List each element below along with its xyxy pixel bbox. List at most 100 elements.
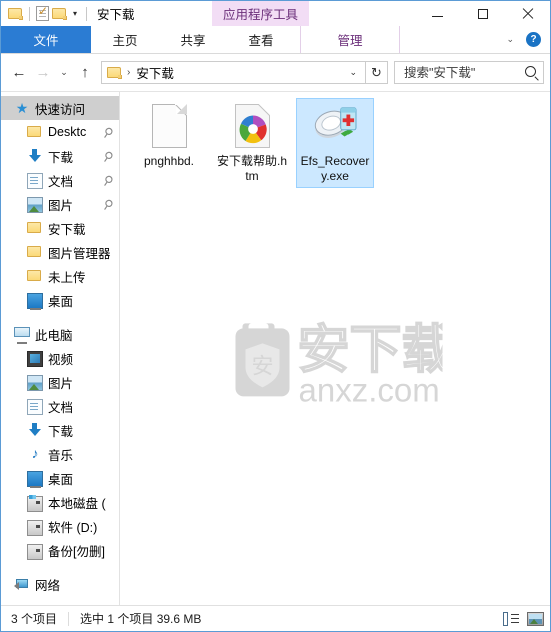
minimize-button[interactable] [415, 1, 460, 26]
sidebar-item-label: 图片 [48, 376, 74, 391]
help-icon[interactable]: ? [526, 32, 541, 47]
sidebar-item-3[interactable]: 文档 ⚲ [1, 168, 119, 192]
search-box[interactable] [394, 61, 544, 84]
file-name-label: 安下载帮助.htm [216, 154, 287, 183]
svg-text:anxz.com: anxz.com [299, 371, 440, 407]
tab-file[interactable]: 文件 [1, 26, 91, 53]
close-button[interactable] [505, 1, 550, 26]
file-name-label: Efs_Recovery.exe [300, 154, 370, 183]
folder-icon[interactable] [8, 7, 23, 20]
document-icon [27, 398, 43, 415]
sidebar-item-label: 图片管理器 [48, 246, 111, 261]
breadcrumb-separator: › [127, 67, 131, 78]
download-icon [27, 148, 43, 164]
chevron-down-icon-address[interactable]: ⌄ [341, 67, 365, 78]
sidebar-item-label: 文档 [48, 174, 74, 189]
folder-icon [27, 269, 43, 285]
sidebar-item-1[interactable]: Desktc ⚲ [1, 120, 119, 144]
forward-button[interactable]: → [31, 61, 55, 85]
folder-icon-address [107, 66, 122, 79]
sidebar-item-label: 视频 [48, 352, 74, 367]
sidebar-item-15[interactable]: 桌面 [1, 466, 119, 490]
sidebar-item-14[interactable]: ♪ 音乐 [1, 442, 119, 466]
maximize-button[interactable] [460, 1, 505, 26]
pin-icon[interactable]: ⚲ [100, 172, 116, 191]
system-drive-icon [27, 494, 43, 512]
ribbon-right-controls: ⌄ ? [500, 26, 546, 53]
sidebar-item-17[interactable]: 软件 (D:) [1, 514, 119, 538]
sidebar-item-7[interactable]: 未上传 [1, 264, 119, 288]
properties-icon[interactable] [36, 4, 49, 21]
sidebar-item-label: 桌面 [48, 472, 74, 487]
sidebar-item-13[interactable]: 下载 [1, 418, 119, 442]
window-controls [415, 1, 550, 26]
sidebar-item-label: 快速访问 [35, 102, 86, 117]
explorer-body: ★ 快速访问 Desktc ⚲ 下载 ⚲ 文档 ⚲ 图片 ⚲ 安下载 图片管理器 未上传 桌面 此电脑 视频图… [1, 91, 550, 605]
file-item[interactable]: pnghhbd. [130, 98, 208, 188]
tab-share[interactable]: 共享 [159, 26, 227, 53]
minimize-icon [432, 15, 443, 17]
details-view-icon[interactable] [503, 611, 519, 626]
status-item-count: 3 个项目 [11, 612, 58, 626]
file-item[interactable]: 安下载帮助.htm [213, 98, 291, 188]
sidebar-item-4[interactable]: 图片 ⚲ [1, 192, 119, 216]
back-button[interactable]: ← [7, 61, 31, 85]
sidebar-item-6[interactable]: 图片管理器 [1, 240, 119, 264]
sidebar-item-5[interactable]: 安下载 [1, 216, 119, 240]
sidebar-item-8[interactable]: 桌面 [1, 288, 119, 312]
pin-icon[interactable]: ⚲ [100, 148, 116, 167]
sidebar-item-label: 软件 (D:) [48, 520, 98, 535]
folder-icon [27, 221, 43, 237]
sidebar-item-19[interactable]: 网络 [1, 572, 119, 596]
address-path-box[interactable]: › 安下载 ⌄ [101, 61, 366, 84]
recent-locations-button[interactable]: ⌄ [55, 61, 73, 85]
sidebar-item-12[interactable]: 文档 [1, 394, 119, 418]
tab-view[interactable]: 查看 [227, 26, 295, 53]
sidebar-item-18[interactable]: 备份[勿删] [1, 538, 119, 562]
tab-home[interactable]: 主页 [91, 26, 159, 53]
search-input[interactable] [402, 64, 521, 81]
breadcrumb[interactable]: 安下载 [136, 63, 174, 82]
navigation-pane[interactable]: ★ 快速访问 Desktc ⚲ 下载 ⚲ 文档 ⚲ 图片 ⚲ 安下载 图片管理器 未上传 桌面 此电脑 视频图… [1, 92, 120, 605]
new-folder-icon[interactable] [52, 7, 67, 20]
large-icons-view-icon[interactable] [527, 611, 544, 626]
watermark-graphic: 安 安下载 anxz.com [235, 319, 443, 407]
file-grid: pnghhbd. 安下载帮助.htm Efs_Recovery.exe [120, 92, 550, 188]
sidebar-item-16[interactable]: 本地磁盘 ( [1, 490, 119, 514]
sidebar-item-label: 未上传 [48, 270, 86, 285]
pc-icon [14, 327, 30, 344]
sidebar-item-0[interactable]: ★ 快速访问 [1, 96, 119, 120]
pin-icon[interactable]: ⚲ [100, 124, 116, 143]
file-item[interactable]: Efs_Recovery.exe [296, 98, 374, 188]
sidebar-item-9[interactable]: 此电脑 [1, 322, 119, 346]
site-watermark: 安 安下载 anxz.com [228, 299, 443, 407]
search-icon[interactable] [525, 66, 536, 77]
file-list-pane[interactable]: 安 安下载 anxz.com pnghhbd. 安下载帮助.htm Efs_Reco… [120, 92, 550, 605]
title-bar: ▾ 安下载 应用程序工具 [1, 1, 550, 26]
sidebar-item-label: 本地磁盘 ( [48, 496, 106, 511]
sidebar-item-label: 下载 [48, 150, 74, 165]
sidebar-item-10[interactable]: 视频 [1, 346, 119, 370]
pin-icon[interactable]: ⚲ [100, 196, 116, 215]
refresh-button[interactable]: ↻ [366, 61, 388, 84]
folder-icon [27, 125, 43, 141]
drive-icon [27, 519, 43, 536]
sidebar-item-11[interactable]: 图片 [1, 370, 119, 394]
sidebar-item-2[interactable]: 下载 ⚲ [1, 144, 119, 168]
desktop-icon [27, 471, 43, 488]
up-button[interactable]: ↑ [73, 61, 97, 85]
address-bar: ← → ⌄ ↑ › 安下载 ⌄ ↻ [1, 54, 550, 91]
document-icon [27, 172, 43, 189]
star-icon: ★ [15, 100, 29, 116]
sidebar-item-label: 图片 [48, 198, 74, 213]
tab-manage[interactable]: 管理 [300, 26, 400, 53]
sidebar-item-label: 此电脑 [35, 328, 73, 343]
chevron-down-icon-ribbon[interactable]: ⌄ [500, 32, 520, 47]
view-mode-buttons [503, 606, 544, 631]
chevron-down-icon[interactable]: ▾ [70, 9, 80, 18]
drive-icon [27, 543, 43, 560]
blank-document-icon [145, 102, 193, 150]
status-selection-info: 选中 1 个项目 39.6 MB [80, 612, 202, 626]
picture-icon [27, 197, 43, 213]
